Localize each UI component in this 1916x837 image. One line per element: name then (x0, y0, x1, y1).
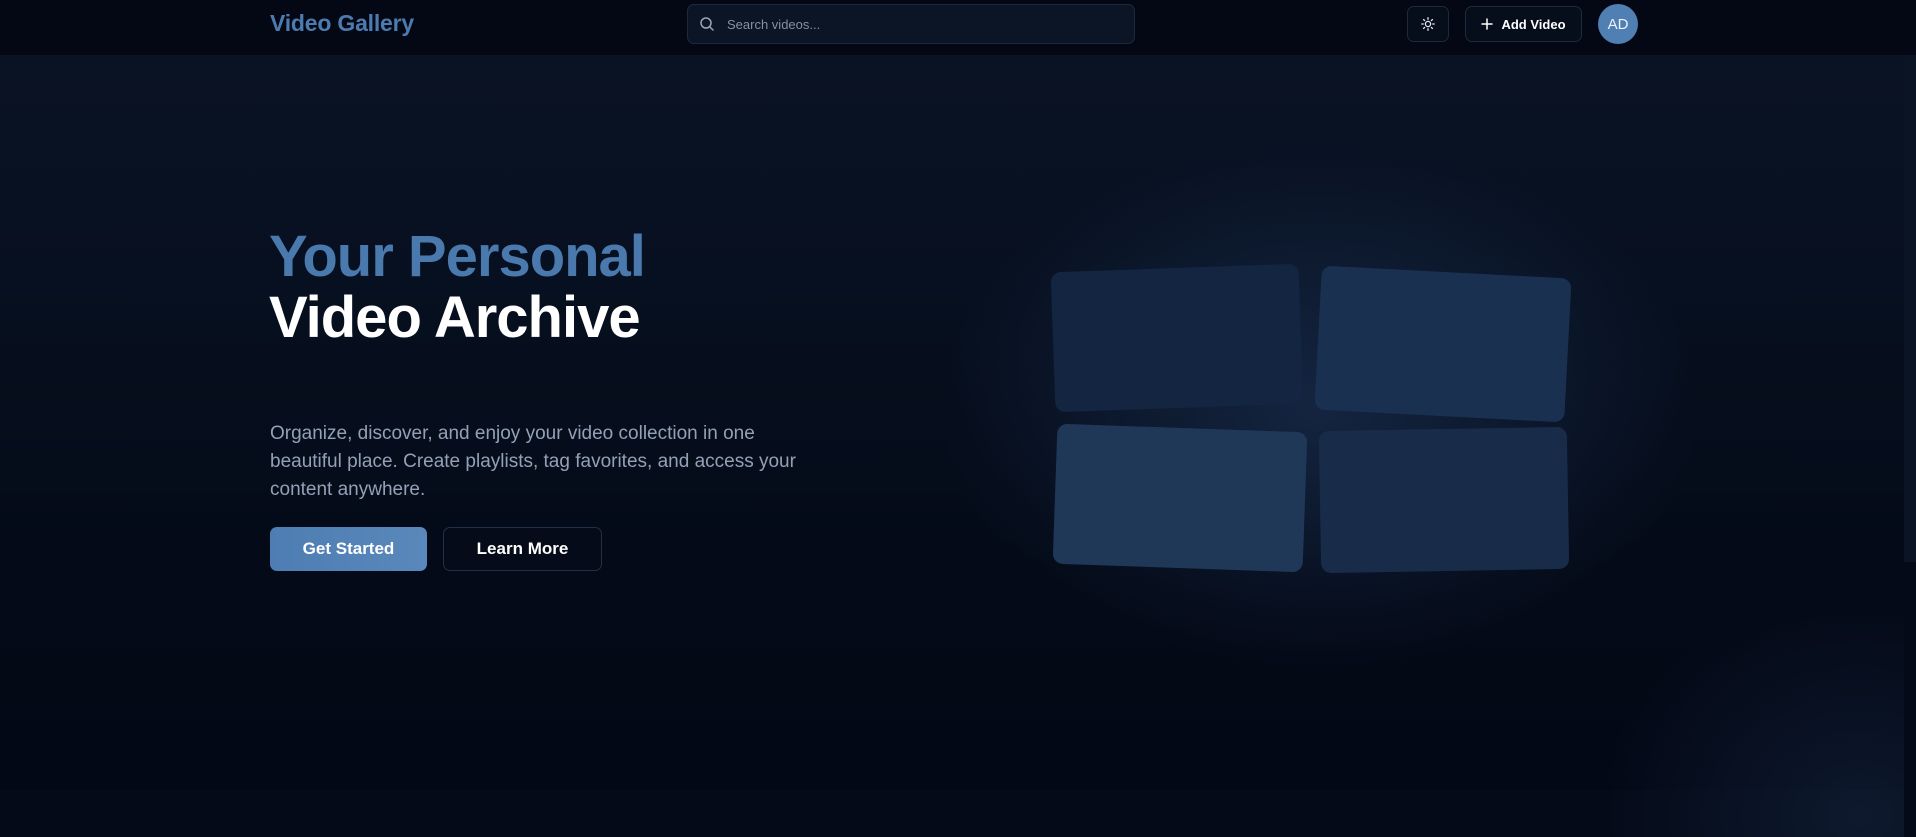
add-video-label: Add Video (1501, 16, 1566, 32)
video-tile-placeholder (1052, 423, 1308, 573)
video-tile-placeholder (1050, 263, 1304, 413)
add-video-button[interactable]: Add Video (1465, 6, 1582, 42)
top-navigation-bar: Video Gallery Search videos... Add Video… (0, 0, 1916, 56)
theme-toggle-button[interactable] (1407, 6, 1449, 42)
video-tile-placeholder (1318, 426, 1570, 574)
search-box[interactable] (687, 4, 1135, 44)
video-tile-placeholder (1314, 265, 1572, 423)
hero-subtitle: Organize, discover, and enjoy your video… (270, 423, 796, 500)
search-input[interactable] (727, 5, 1127, 43)
brand-logo[interactable]: Video Gallery (270, 10, 414, 37)
background-glow (1560, 576, 1904, 837)
search-icon (700, 17, 714, 31)
sun-icon (1421, 17, 1435, 31)
video-gallery-app: Video Gallery Search videos... Add Video… (0, 0, 1916, 837)
plus-icon (1481, 18, 1494, 30)
learn-more-button[interactable]: Learn More (443, 527, 602, 571)
page-scrollbar[interactable] (1904, 56, 1916, 562)
hero-title: Video Archive (269, 285, 641, 350)
user-avatar[interactable]: AD (1598, 4, 1638, 44)
get-started-button[interactable]: Get Started (270, 527, 427, 571)
hero-title-highlight: Your Personal (269, 224, 646, 289)
